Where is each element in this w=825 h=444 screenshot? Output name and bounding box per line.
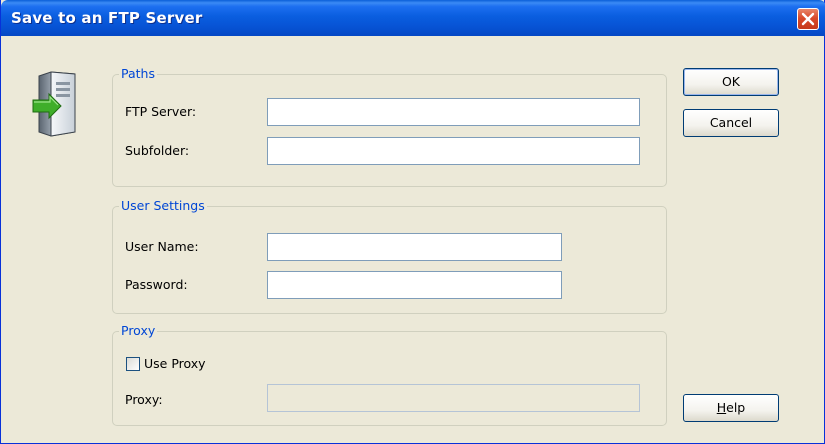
password-label: Password:	[125, 277, 188, 292]
user-settings-group: User Settings User Name: Password:	[112, 198, 667, 314]
user-name-input[interactable]	[267, 233, 562, 261]
proxy-label: Proxy:	[125, 392, 163, 407]
close-button[interactable]	[797, 8, 819, 30]
ok-button[interactable]: OK	[683, 68, 779, 96]
dialog-client-area: Paths FTP Server: Subfolder: User Settin…	[4, 36, 822, 441]
title-bar[interactable]: Save to an FTP Server	[1, 0, 825, 36]
proxy-legend: Proxy	[119, 323, 158, 339]
dialog-title: Save to an FTP Server	[11, 9, 203, 27]
close-icon	[801, 12, 815, 26]
server-upload-icon	[32, 71, 76, 137]
paths-group: Paths FTP Server: Subfolder:	[112, 66, 667, 187]
help-label-rest: elp	[726, 400, 746, 415]
proxy-group: Proxy Use Proxy Proxy:	[112, 323, 667, 426]
password-input[interactable]	[267, 271, 562, 299]
ftp-server-label: FTP Server:	[125, 104, 197, 119]
help-button[interactable]: Help	[683, 394, 779, 422]
user-name-label: User Name:	[125, 239, 199, 254]
ftp-server-input[interactable]	[267, 98, 640, 126]
use-proxy-checkbox[interactable]	[126, 357, 140, 371]
help-mnemonic: H	[716, 400, 727, 415]
subfolder-input[interactable]	[267, 137, 640, 165]
cancel-button[interactable]: Cancel	[683, 109, 779, 137]
paths-legend: Paths	[119, 66, 157, 82]
ftp-save-dialog: Save to an FTP Server Paths FTP Server: …	[0, 0, 825, 444]
user-settings-legend: User Settings	[119, 198, 207, 214]
subfolder-label: Subfolder:	[125, 143, 190, 158]
proxy-input	[267, 384, 640, 412]
use-proxy-label[interactable]: Use Proxy	[144, 356, 206, 372]
